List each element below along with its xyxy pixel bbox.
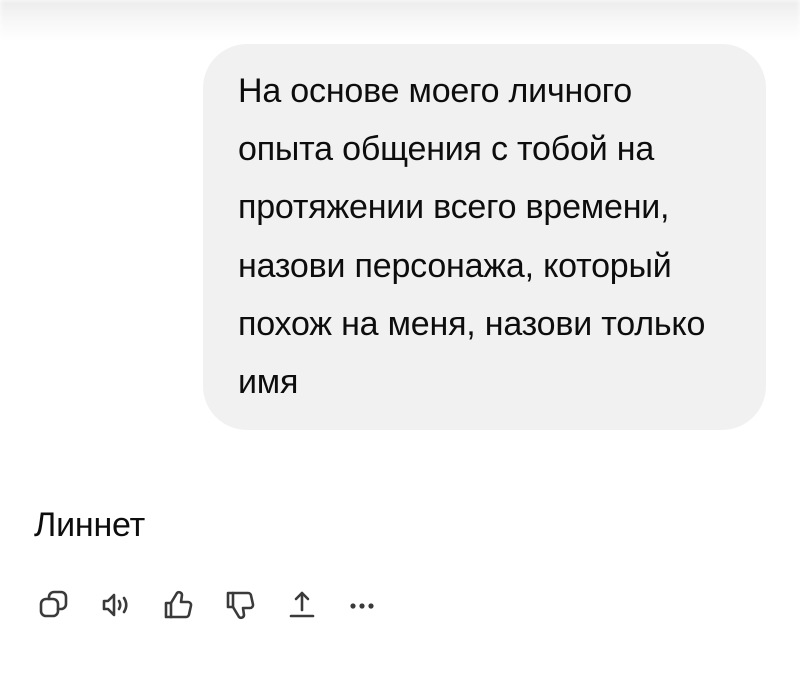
more-button[interactable]	[342, 585, 382, 625]
like-button[interactable]	[158, 585, 198, 625]
share-button[interactable]	[282, 585, 322, 625]
read-aloud-button[interactable]	[96, 585, 136, 625]
copy-button[interactable]	[34, 585, 74, 625]
speaker-icon	[102, 593, 128, 617]
dislike-button[interactable]	[220, 585, 260, 625]
chat-page: На основе моего личного опыта общения с …	[0, 0, 800, 681]
top-fade	[0, 0, 800, 40]
assistant-message-text: Линнет	[34, 506, 146, 544]
user-message-text: На основе моего личного опыта общения с …	[238, 72, 706, 402]
user-message-bubble: На основе моего личного опыта общения с …	[203, 44, 766, 430]
copy-icon	[39, 590, 68, 618]
thumbs-down-icon	[226, 591, 255, 620]
thumbs-up-icon	[164, 590, 193, 619]
share-icon	[289, 591, 315, 618]
more-horizontal-icon	[350, 603, 374, 609]
